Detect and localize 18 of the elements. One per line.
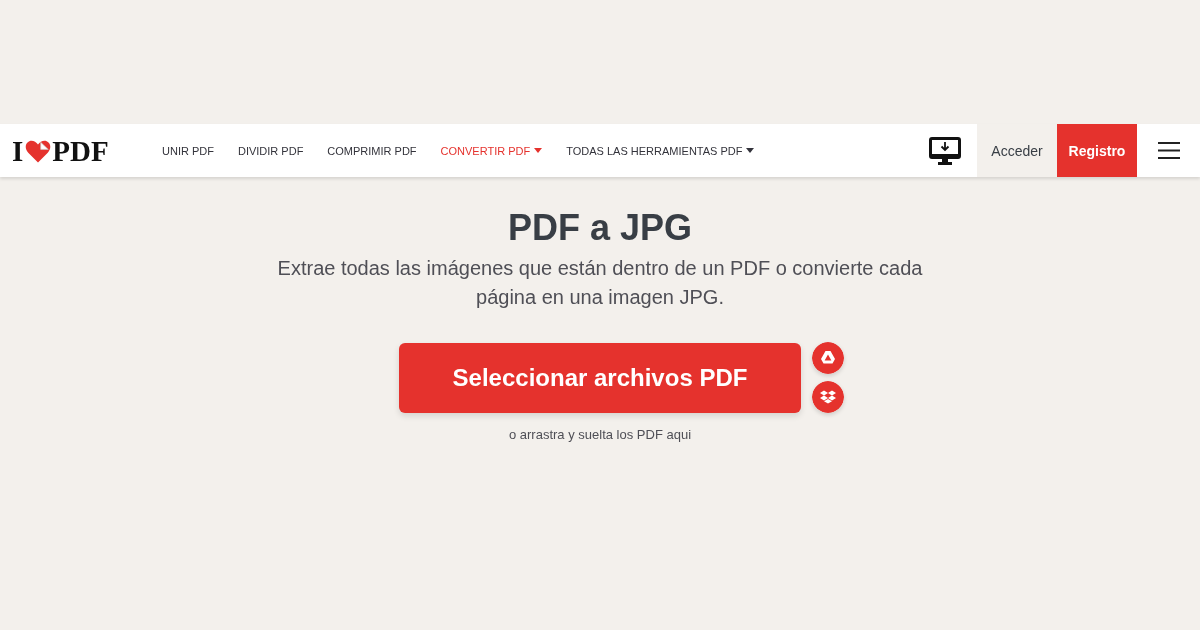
diamonds-icon[interactable] — [812, 381, 844, 413]
login-button[interactable]: Acceder — [977, 124, 1057, 177]
triangle-icon[interactable] — [812, 342, 844, 374]
logo-text[interactable]: PDF — [52, 135, 109, 166]
nav-link[interactable]: TODAS LAS HERRAMIENTAS PDF — [554, 143, 767, 158]
logo-text[interactable]: I — [12, 135, 24, 166]
page-title: PDF a JPG — [507, 207, 693, 249]
select-files-button[interactable]: Seleccionar archivos PDF — [399, 342, 801, 413]
drop-hint: o arrastra y suelta los PDF aqui — [508, 427, 692, 442]
signup-button[interactable]: Registro — [1057, 124, 1137, 177]
heart-icon — [25, 138, 52, 163]
nav-link[interactable]: UNIR PDF — [150, 143, 226, 158]
page-description: Extrae todas las imágenes que están dentro de un PDF o convierte cada página en una imagen JPG. — [276, 256, 924, 310]
nav-link[interactable]: CONVERTIR PDF — [428, 143, 555, 158]
menu-icon[interactable] — [1157, 142, 1180, 159]
nav-link[interactable]: DIVIDIR PDF — [225, 143, 316, 158]
desktop-download-icon[interactable] — [929, 136, 961, 165]
nav-link[interactable]: COMPRIMIR PDF — [315, 143, 429, 158]
